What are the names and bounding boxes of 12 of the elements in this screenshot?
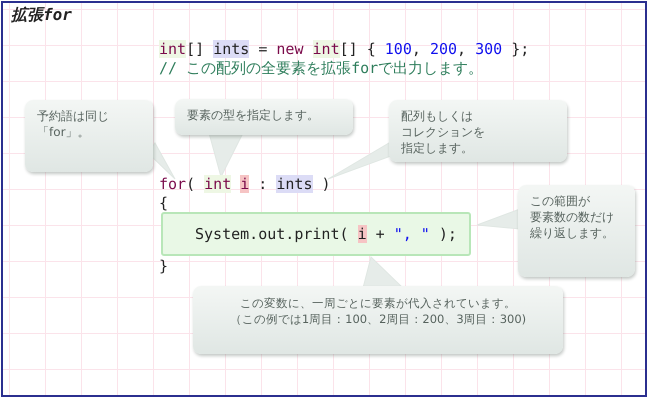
callout-bubble: この範囲が 要素数の数だけ 繰り返します。 xyxy=(518,185,635,277)
callout-bubble: この変数に、一周ごとに要素が代入されています。 （この例では1周目：100、2周目：200、3周目：300) xyxy=(193,286,563,354)
callout-bubble: 予約語は同じ 「for」。 xyxy=(25,100,153,172)
code-line: int[] ints = new int[] { 100, 200, 300 }; xyxy=(159,40,530,59)
loop-body-highlight: System.out.print( i + ", " ); xyxy=(161,212,471,256)
code-line: // この配列の全要素を拡張forで出力します。 xyxy=(159,59,484,78)
code-line: for( int i : ints ) xyxy=(159,175,331,194)
code-line: { xyxy=(159,194,168,213)
callout-bubble: 要素の型を指定します。 xyxy=(175,99,353,135)
callout-bubble: 配列もしくは コレクションを 指定します。 xyxy=(389,100,567,162)
code-line: } xyxy=(159,257,168,276)
diagram-title: 拡張for xyxy=(11,5,72,26)
